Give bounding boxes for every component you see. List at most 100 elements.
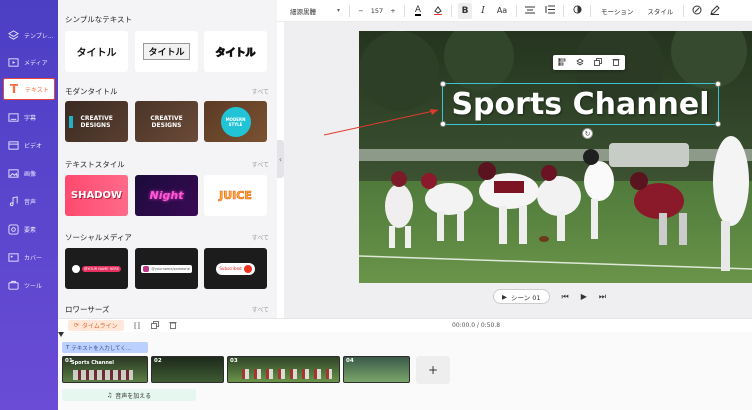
clip-number: 04: [346, 358, 354, 364]
split-icon[interactable]: ⟦⟧: [134, 322, 141, 330]
bold-icon: B: [461, 5, 469, 16]
simple-text-card-1[interactable]: タイトル: [65, 31, 128, 72]
element-mini-toolbar: [553, 55, 625, 70]
style-card-juice[interactable]: JUICE: [204, 175, 267, 216]
skip-back-icon[interactable]: ⏮: [562, 292, 569, 302]
timeline-icon: ⟳: [74, 322, 80, 329]
divider: [590, 4, 591, 17]
duplicate-icon[interactable]: [594, 57, 602, 68]
rotate-handle[interactable]: ↻: [582, 128, 593, 139]
nav-item-templates[interactable]: テンプレ...: [0, 24, 58, 46]
scene-play-button[interactable]: ▶ シーン 01: [493, 289, 550, 304]
plus-icon: +: [427, 363, 439, 377]
nav-label: テンプレ...: [24, 32, 54, 40]
font-size-increase[interactable]: +: [388, 3, 398, 19]
text-track-label: テキストを入力してく...: [71, 345, 132, 352]
subtitle-icon: [6, 111, 20, 123]
nav-item-cover[interactable]: カバー: [0, 246, 58, 268]
text-selection-box[interactable]: Sports Channel: [440, 81, 721, 127]
nav-item-audio[interactable]: 音声: [0, 190, 58, 212]
video-clip-4[interactable]: 04: [343, 356, 410, 383]
skip-forward-icon[interactable]: ⏭: [599, 292, 606, 302]
font-size-input[interactable]: 157: [366, 3, 388, 19]
modern-title-card-1[interactable]: CREATIVE DESIGNS: [65, 101, 128, 142]
text-toolbar: 細源黒體 ▾ − 157 + A B I Aa モーション スタイル: [277, 0, 752, 22]
video-clip-1[interactable]: 01 Sports Channel: [62, 356, 148, 383]
text-case-button[interactable]: Aa: [494, 3, 510, 19]
edit-button[interactable]: [708, 3, 722, 19]
see-all-style[interactable]: すべて: [252, 160, 269, 169]
align-button[interactable]: [523, 3, 537, 19]
nav-item-image[interactable]: 画像: [0, 162, 58, 184]
video-preview[interactable]: Sports Channel ↻: [359, 31, 752, 283]
playhead[interactable]: [58, 332, 64, 337]
italic-icon: I: [481, 5, 485, 16]
annotation-arrow: [323, 109, 439, 136]
trash-icon[interactable]: [169, 321, 177, 331]
nav-item-tools[interactable]: ツール: [0, 274, 58, 296]
contrast-icon: [572, 5, 582, 16]
layers-icon[interactable]: [576, 58, 584, 68]
highlight-button[interactable]: [431, 3, 445, 19]
tools-icon: [6, 279, 20, 291]
play-icon[interactable]: ▶: [581, 292, 587, 301]
link-button[interactable]: [690, 3, 704, 19]
trash-icon[interactable]: [612, 58, 620, 68]
panel-collapse-button[interactable]: ‹: [277, 140, 284, 178]
canvas-title-text[interactable]: Sports Channel: [443, 84, 718, 124]
copy-icon[interactable]: [150, 320, 159, 331]
bold-button[interactable]: B: [458, 2, 472, 19]
opacity-button[interactable]: [570, 3, 584, 19]
card-label: Night: [149, 189, 184, 202]
play-icon: ▶: [502, 292, 507, 301]
rotate-icon: ↻: [584, 129, 591, 138]
see-all-lower[interactable]: すべて: [252, 305, 269, 314]
scene-controls: ▶ シーン 01 ⏮ ▶ ⏭: [493, 289, 606, 304]
add-clip-button[interactable]: +: [416, 356, 450, 384]
style-button[interactable]: スタイル: [643, 3, 677, 19]
text-track-item[interactable]: T テキストを入力してく...: [62, 342, 148, 353]
nav-item-video[interactable]: ビデオ: [0, 134, 58, 156]
nav-item-elements[interactable]: 要素: [0, 218, 58, 240]
see-all-social[interactable]: すべて: [252, 233, 269, 242]
divider: [563, 4, 564, 17]
modern-title-card-3[interactable]: MODERN STYLE: [204, 101, 267, 142]
style-card-night[interactable]: Night: [135, 175, 198, 216]
font-size-decrease[interactable]: −: [356, 3, 366, 19]
see-all-modern[interactable]: すべて: [252, 87, 269, 96]
card-label: SHADOW: [70, 190, 123, 201]
music-icon: [6, 195, 20, 207]
simple-text-card-3[interactable]: タイトル: [204, 31, 267, 72]
add-audio-button[interactable]: ♫ 音声を加える: [62, 389, 196, 401]
italic-button[interactable]: I: [476, 3, 490, 19]
nav-label: 音声: [24, 198, 37, 206]
font-family-select[interactable]: 細源黒體 ▾: [287, 3, 343, 19]
align-icon[interactable]: [558, 57, 566, 68]
social-card-tiktok[interactable]: @YOUR NAME HERE: [65, 248, 128, 289]
divider: [683, 4, 685, 17]
simple-text-card-2[interactable]: タイトル: [135, 31, 198, 72]
spacing-button[interactable]: [543, 3, 557, 19]
divider: [349, 4, 350, 17]
clip-title: Sports Channel: [71, 360, 115, 366]
nav-item-text[interactable]: T テキスト: [3, 78, 55, 100]
motion-button[interactable]: モーション: [597, 3, 637, 19]
nav-label: 要素: [24, 226, 37, 234]
timeline-time: 00:00.0 / 0:50.8: [452, 322, 501, 329]
video-clip-2[interactable]: 02: [151, 356, 224, 383]
social-card-youtube[interactable]: Subscribed: [204, 248, 267, 289]
left-navigation: テンプレ... メディア T テキスト 字幕 ビデオ 画像 音声 要素 カバー …: [0, 0, 58, 410]
style-card-shadow[interactable]: SHADOW: [65, 175, 128, 216]
divider: [404, 4, 405, 17]
nav-item-subtitle[interactable]: 字幕: [0, 106, 58, 128]
social-card-instagram[interactable]: @yourname/someone: [135, 248, 198, 289]
timeline-toggle-button[interactable]: ⟳ タイムライン: [68, 320, 124, 331]
nav-item-media[interactable]: メディア: [0, 51, 58, 73]
modern-title-card-2[interactable]: CREATIVE DESIGNS: [135, 101, 198, 142]
paint-bucket-icon: [433, 5, 443, 17]
font-color-button[interactable]: A: [411, 3, 425, 19]
card-label: CREATIVE DESIGNS: [150, 114, 183, 129]
video-clip-3[interactable]: 03: [227, 356, 340, 383]
add-audio-label: 音声を加える: [115, 392, 152, 400]
text-icon: T: [66, 344, 70, 351]
